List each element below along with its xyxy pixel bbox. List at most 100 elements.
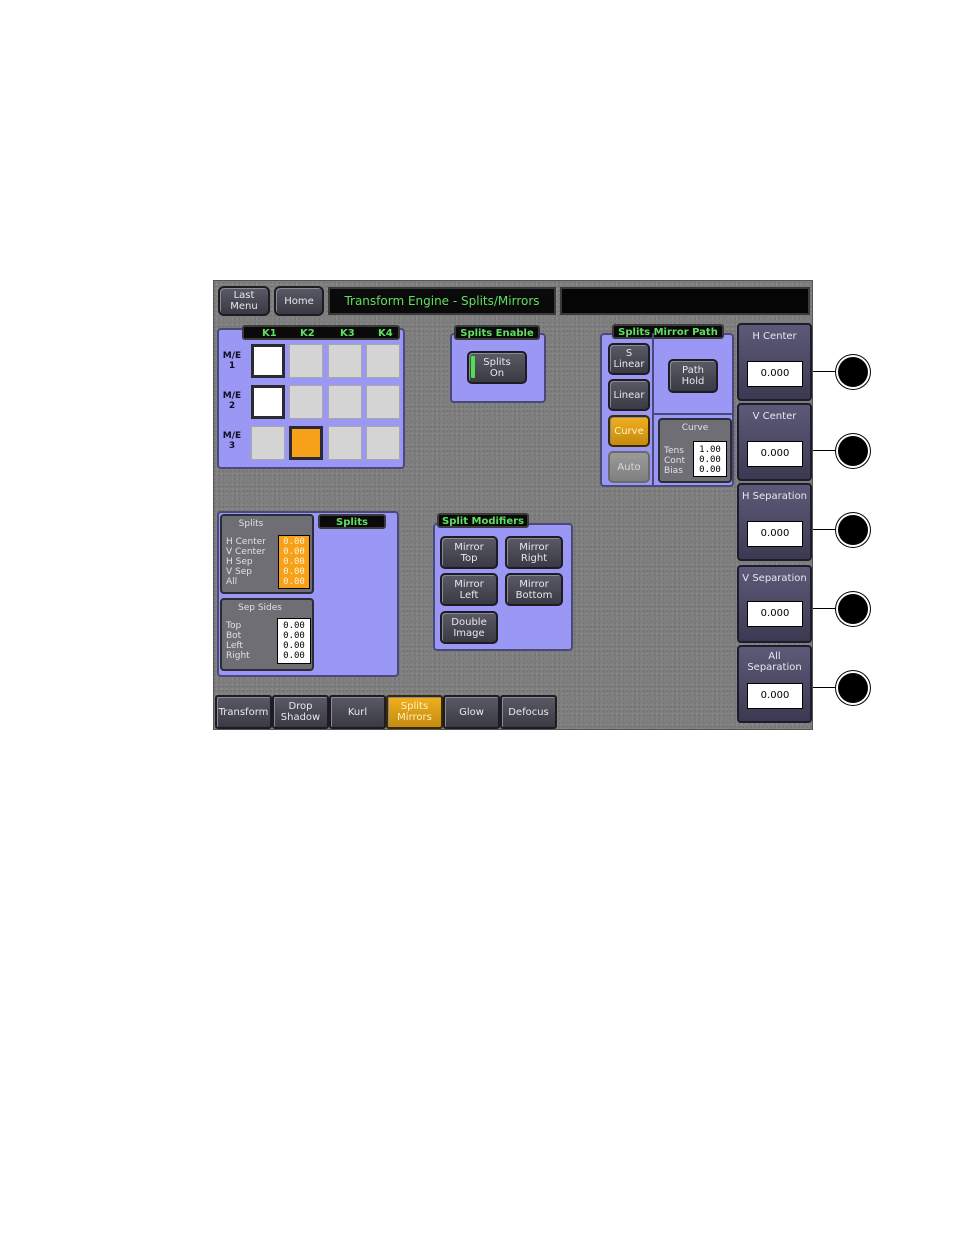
splits-mirror-path-title: Splits Mirror Path <box>612 324 724 339</box>
side-control-v-separation[interactable]: V Separation 0.000 <box>737 565 812 643</box>
side-control-all-separation[interactable]: All Separation 0.000 <box>737 645 812 723</box>
knob-leader-1 <box>813 371 839 372</box>
tab-transform[interactable]: Transform <box>215 695 272 729</box>
row-label-me1: M/E 1 <box>222 351 242 371</box>
splits-values[interactable]: 0.00 0.00 0.00 0.00 0.00 <box>278 535 310 589</box>
splits-box-title: Splits <box>238 519 264 529</box>
splits-on-indicator <box>471 356 475 378</box>
side-value-h-center: 0.000 <box>747 361 803 387</box>
splits-label-v-center: V Center <box>226 547 266 557</box>
double-image-button[interactable]: Double Image <box>440 611 498 644</box>
keyer-cell-me3-k1[interactable] <box>251 426 285 460</box>
splits-value-all: 0.00 <box>283 577 305 587</box>
splits-label-v-sep: V Sep <box>226 567 252 577</box>
home-button[interactable]: Home <box>274 286 324 316</box>
splits-value-h-center: 0.00 <box>283 537 305 547</box>
keyer-cell-me1-k2[interactable] <box>289 344 323 378</box>
tab-kurl[interactable]: Kurl <box>329 695 386 729</box>
curve-box-title: Curve <box>681 423 709 433</box>
knob-icon-v-separation[interactable] <box>838 594 868 624</box>
side-value-h-separation: 0.000 <box>747 521 803 547</box>
keyer-cell-me1-k1[interactable] <box>251 344 285 378</box>
splits-tag: Splits <box>318 514 386 529</box>
curve-button[interactable]: Curve <box>608 415 650 447</box>
curve-label-cont: Cont <box>664 456 686 466</box>
page-title: Transform Engine - Splits/Mirrors <box>328 287 556 315</box>
side-value-all-separation: 0.000 <box>747 683 803 709</box>
s-linear-button[interactable]: S Linear <box>608 343 650 375</box>
linear-button[interactable]: Linear <box>608 379 650 411</box>
column-k4: K4 <box>378 328 393 339</box>
splits-enable-title: Splits Enable <box>454 325 540 340</box>
tab-defocus[interactable]: Defocus <box>500 695 557 729</box>
keyer-cell-me2-k1[interactable] <box>251 385 285 419</box>
sep-label-bot: Bot <box>226 631 242 641</box>
transform-engine-screen: Last Menu Home Transform Engine - Splits… <box>213 280 813 730</box>
sep-label-left: Left <box>226 641 243 651</box>
column-k2: K2 <box>300 328 315 339</box>
keyer-cell-me2-k3[interactable] <box>328 385 362 419</box>
knob-leader-2 <box>813 450 839 451</box>
knob-leader-3 <box>813 529 839 530</box>
keyer-cell-me3-k4[interactable] <box>366 426 400 460</box>
sep-value-right: 0.00 <box>283 651 305 661</box>
keyer-cell-me2-k2[interactable] <box>289 385 323 419</box>
mirror-left-button[interactable]: Mirror Left <box>440 573 498 606</box>
sep-sides-title: Sep Sides <box>238 603 282 613</box>
knob-icon-h-separation[interactable] <box>838 515 868 545</box>
side-label-all-separation: All Separation <box>747 651 802 673</box>
knob-icon-v-center[interactable] <box>838 436 868 466</box>
curve-values-box[interactable]: 1.00 0.00 0.00 <box>693 441 727 477</box>
splits-on-button[interactable]: Splits On <box>467 351 527 384</box>
splits-label-h-sep: H Sep <box>226 557 253 567</box>
side-label-v-center: V Center <box>752 411 797 422</box>
knob-icon-all-separation[interactable] <box>838 673 868 703</box>
side-control-h-center[interactable]: H Center 0.000 <box>737 323 812 401</box>
sep-values[interactable]: 0.00 0.00 0.00 0.00 <box>277 618 311 664</box>
curve-value-cont: 0.00 <box>699 455 721 465</box>
keyer-cell-me1-k3[interactable] <box>328 344 362 378</box>
knob-leader-5 <box>813 687 839 688</box>
curve-value-tens: 1.00 <box>699 445 721 455</box>
side-label-v-separation: V Separation <box>742 573 807 584</box>
side-label-h-separation: H Separation <box>741 491 808 502</box>
splits-label-h-center: H Center <box>226 537 266 547</box>
splits-label-all: All <box>226 577 238 587</box>
side-control-h-separation[interactable]: H Separation 0.000 <box>737 483 812 561</box>
knob-icon-h-center[interactable] <box>838 357 868 387</box>
sep-value-top: 0.00 <box>283 621 305 631</box>
last-menu-button[interactable]: Last Menu <box>218 286 270 316</box>
splits-values-box: Splits H Center V Center H Sep V Sep All… <box>220 514 314 594</box>
sep-value-bot: 0.00 <box>283 631 305 641</box>
mirror-bottom-button[interactable]: Mirror Bottom <box>505 573 563 606</box>
sep-sides-box: Sep Sides Top Bot Left Right 0.00 0.00 0… <box>220 598 314 671</box>
curve-value-bias: 0.00 <box>699 465 721 475</box>
knob-leader-4 <box>813 608 839 609</box>
tab-glow[interactable]: Glow <box>443 695 500 729</box>
tab-splits-mirrors[interactable]: Splits Mirrors <box>386 695 443 729</box>
column-k1: K1 <box>262 328 277 339</box>
keyer-column-header: K1 K2 K3 K4 <box>242 325 400 340</box>
mirror-top-button[interactable]: Mirror Top <box>440 536 498 569</box>
splits-value-v-center: 0.00 <box>283 547 305 557</box>
sep-label-top: Top <box>226 621 242 631</box>
tab-drop-shadow[interactable]: Drop Shadow <box>272 695 329 729</box>
splits-value-h-sep: 0.00 <box>283 557 305 567</box>
path-divider <box>652 333 654 487</box>
path-divider-h <box>652 413 734 415</box>
keyer-cell-me3-k2[interactable] <box>289 426 323 460</box>
keyer-cell-me3-k3[interactable] <box>328 426 362 460</box>
sep-label-right: Right <box>226 651 250 661</box>
path-hold-button[interactable]: Path Hold <box>668 359 718 393</box>
side-label-h-center: H Center <box>752 331 797 342</box>
keyer-cell-me2-k4[interactable] <box>366 385 400 419</box>
mirror-right-button[interactable]: Mirror Right <box>505 536 563 569</box>
column-k3: K3 <box>340 328 355 339</box>
keyer-cell-me1-k4[interactable] <box>366 344 400 378</box>
splits-value-v-sep: 0.00 <box>283 567 305 577</box>
row-label-me3: M/E 3 <box>222 431 242 451</box>
side-value-v-separation: 0.000 <box>747 601 803 627</box>
side-control-v-center[interactable]: V Center 0.000 <box>737 403 812 481</box>
curve-label-tens: Tens <box>664 446 684 456</box>
auto-button[interactable]: Auto <box>608 451 650 483</box>
